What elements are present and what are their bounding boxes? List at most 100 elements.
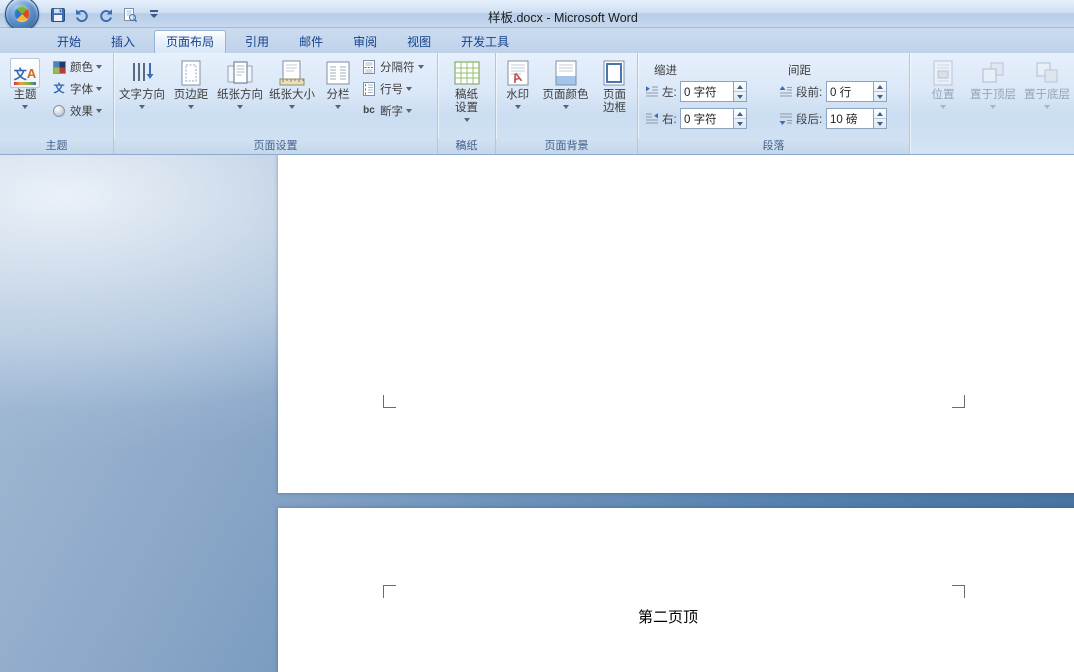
group-label-page-setup: 页面设置 xyxy=(114,139,437,154)
orientation-button[interactable]: 纸张方向 xyxy=(214,54,266,138)
tab-mailings[interactable]: 邮件 xyxy=(288,31,334,53)
themes-button[interactable]: 文A 主题 xyxy=(2,54,48,138)
document-area: 第二页顶 xyxy=(0,155,1074,672)
columns-icon xyxy=(323,58,353,88)
page-1[interactable] xyxy=(278,155,1074,493)
chevron-down-icon xyxy=(150,10,158,19)
group-label-paragraph: 段落 xyxy=(638,139,909,154)
bring-to-front-icon xyxy=(978,58,1008,88)
spin-down-button[interactable] xyxy=(734,119,746,128)
spin-up-button[interactable] xyxy=(874,82,886,92)
redo-button[interactable] xyxy=(96,5,115,24)
chevron-down-icon xyxy=(464,118,470,122)
indent-left-label: 左: xyxy=(660,84,680,100)
indent-left-input[interactable] xyxy=(680,81,734,102)
chevron-down-icon xyxy=(1044,105,1050,109)
orientation-icon xyxy=(225,58,255,88)
chevron-down-icon xyxy=(418,65,424,69)
chevron-down-icon xyxy=(139,105,145,109)
page-borders-button[interactable]: 页面 边框 xyxy=(594,54,635,138)
margins-icon xyxy=(176,58,206,88)
spacing-before-label: 段前: xyxy=(794,84,826,100)
group-themes: 文A 主题 颜色 文 字体 xyxy=(0,53,114,154)
bring-to-front-button: 置于顶层 xyxy=(966,54,1020,138)
send-to-back-icon xyxy=(1032,58,1062,88)
columns-button[interactable]: 分栏 xyxy=(318,54,358,138)
spin-up-button[interactable] xyxy=(734,109,746,119)
hyphenation-icon: bc xyxy=(361,103,377,119)
qat-customize-button[interactable] xyxy=(144,5,163,24)
undo-icon xyxy=(74,7,90,23)
grid-paper-settings-button[interactable]: 稿纸 设置 xyxy=(441,54,493,138)
theme-colors-button[interactable]: 颜色 xyxy=(48,56,108,78)
group-label-themes: 主题 xyxy=(0,139,113,154)
spacing-after-input[interactable] xyxy=(826,108,874,129)
group-page-background: A 水印 页面颜色 页面 边框 xyxy=(496,53,638,154)
spin-down-button[interactable] xyxy=(874,92,886,101)
spacing-before-icon xyxy=(778,84,794,100)
undo-button[interactable] xyxy=(72,5,91,24)
spin-up-button[interactable] xyxy=(874,109,886,119)
spin-up-button[interactable] xyxy=(734,82,746,92)
group-grid-paper: 稿纸 设置 稿纸 xyxy=(438,53,496,154)
office-button[interactable] xyxy=(5,0,39,31)
hyphenation-button[interactable]: bc 断字 xyxy=(358,100,434,122)
watermark-button[interactable]: A 水印 xyxy=(498,54,537,138)
chevron-down-icon xyxy=(515,105,521,109)
page-color-button[interactable]: 页面颜色 xyxy=(537,54,594,138)
office-logo-icon xyxy=(11,3,34,26)
chevron-down-icon xyxy=(22,105,28,109)
position-button: 位置 xyxy=(920,54,966,138)
theme-effects-icon xyxy=(51,103,67,119)
title-bar: 样板.docx - Microsoft Word xyxy=(0,0,1074,28)
page-color-icon xyxy=(551,58,581,88)
theme-colors-icon xyxy=(51,59,67,75)
save-icon xyxy=(50,7,66,23)
tab-view[interactable]: 视图 xyxy=(396,31,442,53)
line-numbers-button[interactable]: 行号 xyxy=(358,78,434,100)
themes-icon: 文A xyxy=(10,58,40,88)
spacing-after-icon xyxy=(778,111,794,127)
tab-references[interactable]: 引用 xyxy=(234,31,280,53)
group-arrange: 位置 置于顶层 置于底层 xyxy=(910,53,1074,154)
spacing-after-spinner xyxy=(874,108,887,129)
chevron-down-icon xyxy=(335,105,341,109)
tab-page-layout[interactable]: 页面布局 xyxy=(154,30,226,53)
spacing-before-input[interactable] xyxy=(826,81,874,102)
paper-size-button[interactable]: 纸张大小 xyxy=(266,54,318,138)
page-borders-icon xyxy=(599,58,629,88)
position-icon xyxy=(928,58,958,88)
watermark-icon: A xyxy=(503,58,533,88)
text-direction-button[interactable]: 文字方向 xyxy=(116,54,168,138)
redo-icon xyxy=(98,7,114,23)
crop-mark-bottom-right xyxy=(952,395,965,408)
tab-developer[interactable]: 开发工具 xyxy=(450,31,520,53)
chevron-down-icon xyxy=(188,105,194,109)
spacing-before-spinner xyxy=(874,81,887,102)
chevron-down-icon xyxy=(96,109,102,113)
chevron-down-icon xyxy=(96,65,102,69)
tab-insert[interactable]: 插入 xyxy=(100,31,146,53)
indent-right-label: 右: xyxy=(660,111,680,127)
grid-paper-icon xyxy=(452,58,482,88)
page-2[interactable]: 第二页顶 xyxy=(278,508,1074,672)
crop-mark-top-left xyxy=(383,585,396,598)
breaks-button[interactable]: 分隔符 xyxy=(358,56,434,78)
crop-mark-top-right xyxy=(952,585,965,598)
page2-heading: 第二页顶 xyxy=(383,606,953,627)
save-button[interactable] xyxy=(48,5,67,24)
spin-down-button[interactable] xyxy=(734,92,746,101)
spin-down-button[interactable] xyxy=(874,119,886,128)
theme-fonts-button[interactable]: 文 字体 xyxy=(48,78,108,100)
theme-effects-button[interactable]: 效果 xyxy=(48,100,108,122)
line-numbers-icon xyxy=(361,81,377,97)
word-window: 样板.docx - Microsoft Word 开始 插入 页面布局 引用 邮… xyxy=(0,0,1074,672)
theme-colorbar-icon xyxy=(14,82,36,85)
print-preview-button[interactable] xyxy=(120,5,139,24)
indent-right-input[interactable] xyxy=(680,108,734,129)
group-page-setup: 文字方向 页边距 纸张方向 xyxy=(114,53,438,154)
indent-left-icon xyxy=(644,84,660,100)
tab-review[interactable]: 审阅 xyxy=(342,31,388,53)
tab-home[interactable]: 开始 xyxy=(46,31,92,53)
margins-button[interactable]: 页边距 xyxy=(168,54,214,138)
